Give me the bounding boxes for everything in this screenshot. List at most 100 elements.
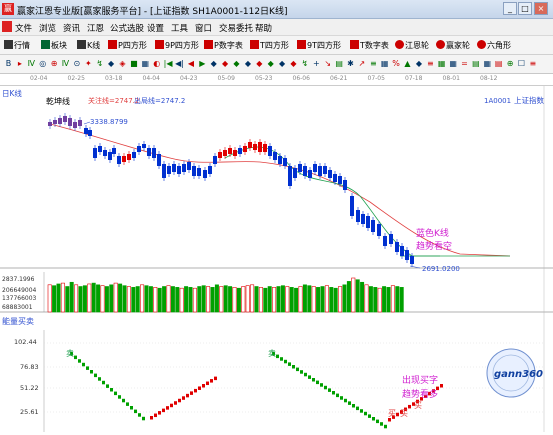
draw-tool-2-icon[interactable]: Ⅳ: [26, 58, 37, 70]
volume-bar: [74, 284, 79, 313]
draw-tool-5-icon[interactable]: Ⅳ: [60, 58, 71, 70]
volume-bar: [100, 285, 105, 313]
draw-tool-30-icon[interactable]: ✱: [345, 58, 356, 70]
draw-tool-0-icon[interactable]: B: [3, 58, 14, 70]
menu-news[interactable]: 资讯: [63, 22, 80, 34]
draw-tool-38-icon[interactable]: ▦: [436, 58, 447, 70]
close-button[interactable]: ×: [534, 2, 548, 15]
gann-wheel-button[interactable]: 江恩轮: [395, 39, 429, 52]
draw-tool-9-icon[interactable]: ◆: [106, 58, 117, 70]
t-number-button[interactable]: T数字表: [350, 39, 389, 52]
draw-tool-16-icon[interactable]: ◀: [185, 58, 196, 70]
indicator-step: [194, 388, 197, 393]
maximize-button[interactable]: □: [518, 2, 532, 15]
kline-button[interactable]: K线: [77, 39, 100, 52]
draw-tool-42-icon[interactable]: ▦: [482, 58, 493, 70]
draw-tool-4-icon[interactable]: ⊕: [49, 58, 60, 70]
9t-square-button[interactable]: 9T四方形: [297, 39, 341, 52]
t-square-button[interactable]: T四方形: [250, 39, 289, 52]
p-number-button[interactable]: P数字表: [204, 39, 243, 52]
draw-tool-3-icon[interactable]: ◎: [37, 58, 48, 70]
draw-tool-20-icon[interactable]: ◆: [231, 58, 242, 70]
indicator-step: [126, 402, 129, 406]
draw-tool-15-icon[interactable]: ◀|: [174, 58, 185, 70]
candle-body: [333, 174, 337, 182]
draw-tool-35-icon[interactable]: ▲: [402, 58, 413, 70]
volume-bar: [91, 282, 96, 313]
menu-trade[interactable]: 交易委托: [219, 22, 253, 34]
menu-settings[interactable]: 设置: [147, 22, 164, 34]
menu-browse[interactable]: 浏览: [39, 22, 56, 34]
indicator-step: [110, 388, 113, 392]
minimize-button[interactable]: _: [503, 2, 517, 15]
hexagon-button[interactable]: 六角形: [477, 39, 511, 52]
candle-body: [192, 166, 196, 176]
sector-button[interactable]: 板块: [41, 39, 67, 52]
draw-tool-33-icon[interactable]: ▦: [379, 58, 390, 70]
draw-tool-19-icon[interactable]: ◆: [220, 58, 231, 70]
draw-tool-10-icon[interactable]: ◈: [117, 58, 128, 70]
candle-body: [108, 152, 112, 160]
draw-tool-7-icon[interactable]: ✦: [83, 58, 94, 70]
draw-tool-8-icon[interactable]: ↯: [94, 58, 105, 70]
draw-tool-23-icon[interactable]: ◆: [265, 58, 276, 70]
volume-bar: [113, 282, 118, 313]
draw-tool-40-icon[interactable]: =: [459, 58, 470, 70]
draw-tool-34-icon[interactable]: %: [391, 58, 402, 70]
draw-tool-1-icon[interactable]: ▸: [14, 58, 25, 70]
draw-tool-28-icon[interactable]: ↘: [322, 58, 333, 70]
draw-tool-17-icon[interactable]: ▶: [197, 58, 208, 70]
draw-tool-45-icon[interactable]: ☐: [516, 58, 527, 70]
menu-file[interactable]: 文件: [15, 22, 32, 34]
kline-chart[interactable]: 日K线 乾坤线 关注线=2747.2 出局线=2747.2 1A0001 上证指…: [0, 86, 553, 432]
draw-tool-22-icon[interactable]: ◆: [254, 58, 265, 70]
9p-square-button[interactable]: 9P四方形: [155, 39, 199, 52]
volume-bar: [131, 287, 136, 313]
main-toolbar: 行情 板块 K线 P四方形 9P四方形 P数字表 T四方形 9T四方形 T数字表…: [0, 35, 553, 55]
menu-tools[interactable]: 工具: [171, 22, 188, 34]
candle-body: [142, 144, 146, 148]
volume-bar: [118, 283, 123, 313]
draw-tool-6-icon[interactable]: ⊙: [71, 58, 82, 70]
volume-bar: [302, 284, 307, 313]
draw-tool-26-icon[interactable]: ↯: [299, 58, 310, 70]
draw-tool-43-icon[interactable]: ▤: [493, 58, 504, 70]
candle-body: [127, 154, 131, 160]
draw-tool-11-icon[interactable]: ■: [128, 58, 139, 70]
draw-tool-14-icon[interactable]: |◀: [163, 58, 174, 70]
draw-tool-27-icon[interactable]: +: [311, 58, 322, 70]
menu-window[interactable]: 窗口: [195, 22, 212, 34]
volume-bar: [223, 285, 228, 313]
draw-tool-37-icon[interactable]: ≡: [425, 58, 436, 70]
draw-tool-24-icon[interactable]: ◆: [277, 58, 288, 70]
volume-axis-2: 137766003: [2, 295, 37, 302]
winner-wheel-button[interactable]: 赢家轮: [436, 39, 470, 52]
draw-tool-13-icon[interactable]: ◐: [151, 58, 162, 70]
app-logo-icon: 赢: [2, 3, 14, 15]
draw-tool-29-icon[interactable]: ▤: [334, 58, 345, 70]
draw-tool-12-icon[interactable]: ▦: [140, 58, 151, 70]
volume-bar: [65, 286, 70, 313]
p-square-button[interactable]: P四方形: [108, 39, 147, 52]
quote-button[interactable]: 行情: [4, 39, 30, 52]
draw-tool-32-icon[interactable]: ≡: [368, 58, 379, 70]
draw-tool-46-icon[interactable]: ≡: [527, 58, 538, 70]
indicator-step: [150, 416, 153, 420]
candle-body: [63, 116, 67, 122]
draw-tool-25-icon[interactable]: ◆: [288, 58, 299, 70]
candle-body: [258, 142, 262, 152]
draw-tool-44-icon[interactable]: ⊕: [505, 58, 516, 70]
menu-formula[interactable]: 公式选股: [110, 22, 144, 34]
draw-tool-18-icon[interactable]: ◆: [208, 58, 219, 70]
menu-gann[interactable]: 江恩: [87, 22, 104, 34]
draw-tool-31-icon[interactable]: ↗: [356, 58, 367, 70]
indicator-step: [182, 396, 185, 400]
draw-tool-36-icon[interactable]: ◆: [413, 58, 424, 70]
draw-tool-21-icon[interactable]: ◆: [242, 58, 253, 70]
candle-body: [84, 128, 88, 134]
draw-tool-41-icon[interactable]: ▤: [470, 58, 481, 70]
sell-marker-1: 卖: [66, 349, 74, 358]
indicator-step: [324, 385, 327, 390]
draw-tool-39-icon[interactable]: ▦: [448, 58, 459, 70]
menu-help[interactable]: 帮助: [255, 22, 272, 34]
